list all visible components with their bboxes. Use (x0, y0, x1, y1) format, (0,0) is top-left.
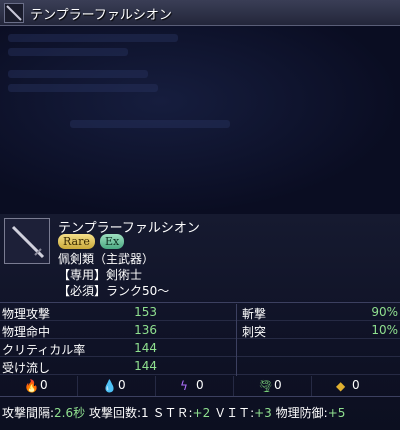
item-icon (4, 218, 50, 264)
str-value: +2 (192, 406, 211, 420)
str-label: ＳＴＲ: (152, 406, 193, 420)
stat-label: 受け流し (2, 361, 51, 375)
stat-label: 物理攻撃 (2, 307, 51, 321)
sword-icon (11, 225, 45, 259)
item-category: 佩剣類（主武器） (58, 252, 155, 266)
background-blur (8, 34, 178, 42)
stat-label: クリティカル率 (2, 343, 86, 357)
item-restriction: 【専用】剣術士 (58, 268, 143, 282)
lightning-icon: ϟ (180, 379, 188, 393)
fire-icon: 🔥 (24, 379, 39, 393)
stat-value: 136 (134, 323, 157, 337)
element-value: 0 (40, 378, 48, 392)
window-titlebar[interactable]: テンプラーファルシオン (0, 0, 400, 26)
divider (0, 302, 400, 303)
column-divider (236, 304, 237, 376)
stat-value: 144 (134, 359, 157, 373)
background-blur (8, 70, 148, 78)
count-label: 攻撃回数: (88, 406, 142, 420)
element-value: 0 (274, 378, 282, 392)
stat-value: 10% (371, 323, 398, 337)
item-requirement: 【必須】ランク50～ (58, 284, 170, 298)
stat-row: 物理命中 136 刺突 10% (0, 322, 400, 339)
stat-value: 90% (371, 305, 398, 319)
earth-icon: ◆ (336, 379, 346, 393)
background-blur (8, 84, 158, 92)
vit-label: ＶＩＴ: (214, 406, 255, 420)
element-cell: 💧 0 (78, 376, 156, 396)
stat-label: 斬撃 (242, 307, 267, 321)
sword-icon (4, 3, 24, 23)
stat-row: クリティカル率 144 (0, 340, 400, 357)
vit-value: +3 (254, 406, 272, 420)
footer-stats: 攻撃間隔:2.6秒 攻撃回数:1 ＳＴＲ:+2 ＶＩＴ:+3 物理防御:+5 (2, 404, 345, 421)
pdef-value: +5 (327, 406, 346, 420)
element-resistance-row: 🔥 0 💧 0 ϟ 0 🌪 0 ◆ 0 (0, 376, 400, 397)
interval-label: 攻撃間隔: (2, 406, 55, 420)
element-value: 0 (118, 378, 126, 392)
background-area (0, 26, 400, 214)
rare-badge: Rare (58, 234, 95, 249)
ex-badge: Ex (100, 234, 125, 249)
stat-value: 153 (134, 305, 157, 319)
stat-label: 物理命中 (2, 325, 51, 339)
background-blur (70, 120, 230, 128)
interval-value: 2.6秒 (54, 406, 86, 420)
stat-row: 物理攻撃 153 斬撃 90% (0, 304, 400, 321)
stat-row: 受け流し 144 (0, 358, 400, 375)
count-value: 1 (141, 406, 149, 420)
background-blur (8, 48, 128, 56)
element-cell: ϟ 0 (156, 376, 234, 396)
window-title: テンプラーファルシオン (30, 8, 172, 23)
element-value: 0 (352, 378, 360, 392)
water-icon: 💧 (102, 379, 117, 393)
element-cell: 🔥 0 (0, 376, 78, 396)
element-cell: 🌪 0 (234, 376, 312, 396)
wind-icon: 🌪 (258, 379, 274, 393)
stat-label: 刺突 (242, 325, 267, 339)
element-value: 0 (196, 378, 204, 392)
element-cell: ◆ 0 (312, 376, 400, 396)
stat-value: 144 (134, 341, 157, 355)
pdef-label: 物理防御: (275, 406, 328, 420)
